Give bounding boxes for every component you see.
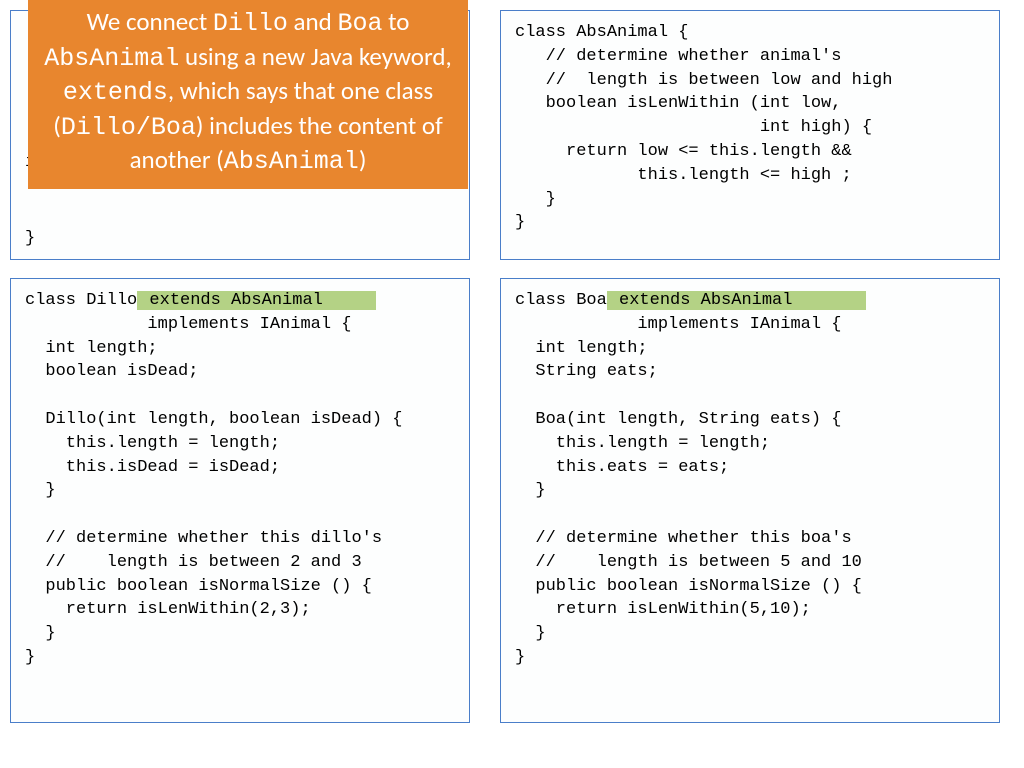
absanimal-code-box: class AbsAnimal { // determine whether a…	[500, 10, 1000, 260]
callout-t1: We connect	[87, 6, 213, 37]
callout-t3: to	[382, 6, 409, 37]
callout-m5: Dillo/Boa	[61, 113, 196, 142]
callout-t2: and	[288, 6, 338, 37]
explanation-callout: We connect Dillo and Boa to AbsAnimal us…	[28, 0, 468, 189]
callout-t7: )	[359, 144, 367, 175]
callout-m4: extends	[63, 78, 168, 107]
callout-m3: AbsAnimal	[44, 44, 179, 73]
callout-t4: using a new Java keyword,	[179, 41, 451, 72]
boa-code-box: class Boa extends AbsAnimal implements I…	[500, 278, 1000, 723]
callout-m1: Dillo	[213, 9, 288, 38]
boa-extends-highlight: extends AbsAnimal	[607, 291, 866, 310]
absanimal-code: class AbsAnimal { // determine whether a…	[515, 23, 892, 232]
callout-m2: Boa	[337, 9, 382, 38]
dillo-code-box: class Dillo extends AbsAnimal implements…	[10, 278, 470, 723]
dillo-extends-highlight: extends AbsAnimal	[137, 291, 376, 310]
boa-pre: class Boa	[515, 291, 607, 310]
dillo-pre: class Dillo	[25, 291, 137, 310]
callout-m6: AbsAnimal	[224, 147, 359, 176]
boa-rest: implements IAnimal { int length; String …	[515, 315, 862, 667]
dillo-rest: implements IAnimal { int length; boolean…	[25, 315, 402, 667]
peek-brace: }	[25, 227, 35, 251]
